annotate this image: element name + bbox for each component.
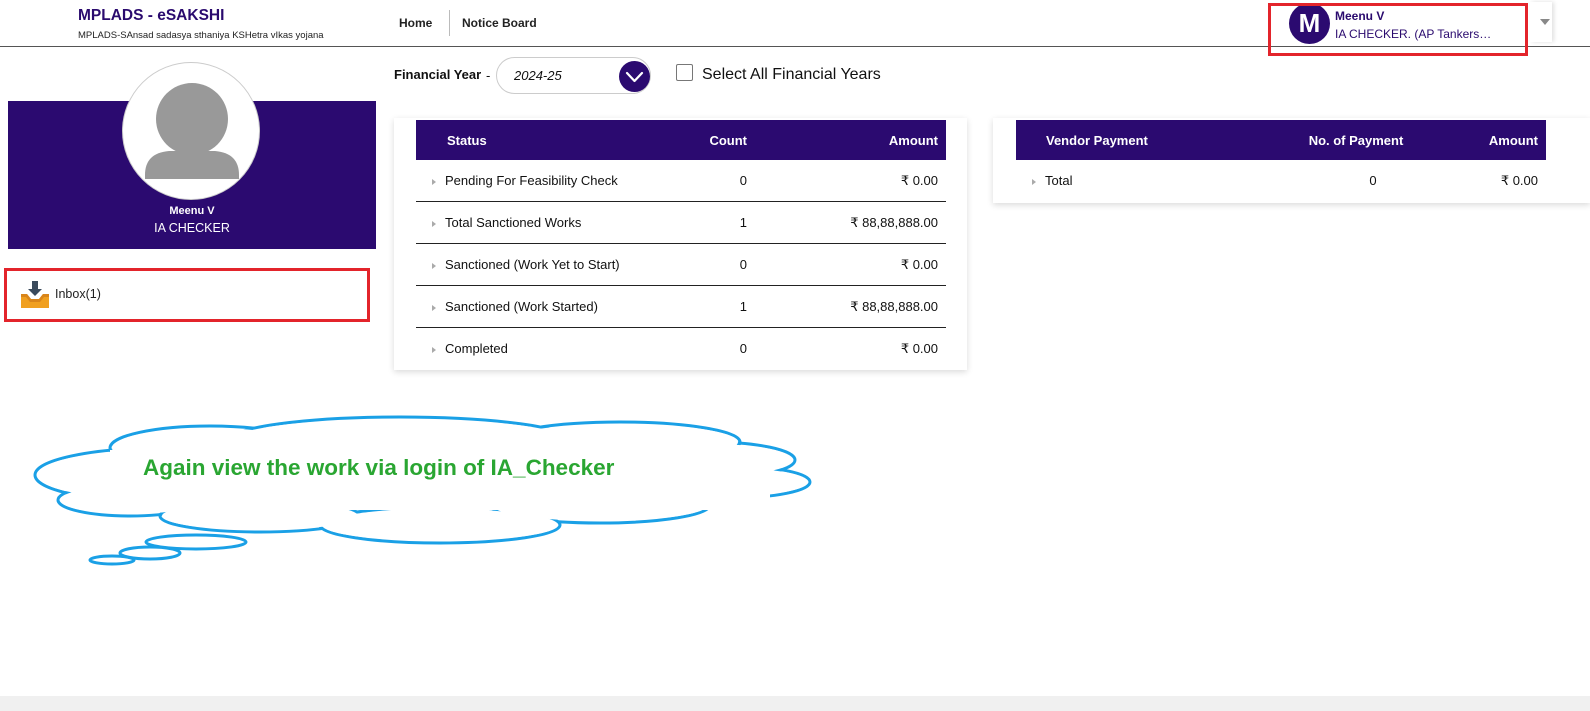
table-row[interactable]: Sanctioned (Work Started) 1 ₹ 88,88,888.… bbox=[416, 285, 946, 328]
profile-avatar bbox=[122, 62, 260, 200]
status-table-header: Status Count Amount bbox=[416, 120, 946, 160]
table-row[interactable]: Total 0 ₹ 0.00 bbox=[1016, 160, 1546, 201]
count-cell: 0 bbox=[739, 341, 747, 356]
expand-caret-icon[interactable] bbox=[432, 178, 436, 185]
vendor-amount-column-header: Amount bbox=[1446, 120, 1546, 160]
select-all-years-label[interactable]: Select All Financial Years bbox=[702, 66, 881, 84]
amount-cell: ₹ 88,88,888.00 bbox=[767, 201, 946, 244]
count-column-header: Count bbox=[687, 120, 767, 160]
expand-caret-icon[interactable] bbox=[432, 346, 436, 353]
profile-name: Meenu V bbox=[169, 205, 215, 217]
count-cell: 0 bbox=[687, 160, 767, 202]
status-cell: Completed bbox=[445, 341, 508, 356]
count-cell: 1 bbox=[687, 201, 767, 244]
status-cell: Pending For Feasibility Check bbox=[445, 173, 618, 188]
vendor-amount-cell: ₹ 0.00 bbox=[1500, 172, 1538, 188]
select-all-years-checkbox[interactable] bbox=[676, 64, 693, 81]
footer-strip bbox=[0, 696, 1590, 711]
status-column-header: Status bbox=[416, 120, 687, 160]
count-cell: 1 bbox=[687, 285, 767, 328]
brand-title[interactable]: MPLADS - eSAKSHI bbox=[78, 7, 224, 25]
brand-subtitle: MPLADS-SAnsad sadasya sthaniya KSHetra v… bbox=[78, 30, 324, 41]
vendor-payment-column-header: Vendor Payment bbox=[1016, 120, 1266, 160]
user-silhouette-icon bbox=[145, 83, 239, 179]
status-cell: Sanctioned (Work Yet to Start) bbox=[445, 257, 620, 272]
table-row[interactable]: Sanctioned (Work Yet to Start) 0 ₹ 0.00 bbox=[416, 243, 946, 286]
table-row[interactable]: Pending For Feasibility Check 0 ₹ 0.00 bbox=[416, 160, 946, 202]
profile-role: IA CHECKER bbox=[154, 221, 230, 235]
nav-divider bbox=[449, 10, 450, 36]
vendor-table-header: Vendor Payment No. of Payment Amount bbox=[1016, 120, 1546, 160]
callout-text: Again view the work via login of IA_Chec… bbox=[143, 455, 615, 480]
vendor-cell: Total bbox=[1045, 173, 1073, 188]
no-of-payment-column-header: No. of Payment bbox=[1266, 120, 1446, 160]
inbox-label[interactable]: Inbox(1) bbox=[55, 287, 101, 301]
amount-column-header: Amount bbox=[767, 120, 946, 160]
financial-year-label: Financial Year bbox=[394, 67, 482, 82]
chevron-down-icon[interactable] bbox=[1540, 19, 1550, 25]
expand-caret-icon[interactable] bbox=[432, 220, 436, 227]
table-row[interactable]: Total Sanctioned Works 1 ₹ 88,88,888.00 bbox=[416, 201, 946, 244]
chevron-down-icon bbox=[625, 71, 644, 83]
vendor-payment-table: Vendor Payment No. of Payment Amount Tot… bbox=[1016, 120, 1546, 201]
nav-home-link[interactable]: Home bbox=[399, 16, 432, 30]
expand-caret-icon[interactable] bbox=[432, 304, 436, 311]
expand-caret-icon[interactable] bbox=[1032, 178, 1036, 185]
financial-year-value[interactable]: 2024-25 bbox=[514, 68, 562, 83]
status-cell: Sanctioned (Work Started) bbox=[445, 299, 598, 314]
user-menu-highlight bbox=[1268, 3, 1528, 56]
amount-cell: ₹ 0.00 bbox=[767, 160, 946, 202]
status-table: Status Count Amount Pending For Feasibil… bbox=[416, 120, 946, 369]
amount-cell: ₹ 0.00 bbox=[900, 340, 938, 356]
payment-count-cell: 0 bbox=[1369, 173, 1377, 188]
callout-cloud bbox=[33, 415, 812, 566]
financial-year-dash: - bbox=[486, 68, 491, 83]
status-cell: Total Sanctioned Works bbox=[445, 215, 582, 230]
count-cell: 0 bbox=[687, 243, 767, 286]
amount-cell: ₹ 0.00 bbox=[767, 243, 946, 286]
inbox-download-icon[interactable] bbox=[19, 280, 51, 310]
amount-cell: ₹ 88,88,888.00 bbox=[767, 285, 946, 328]
financial-year-dropdown-button[interactable] bbox=[619, 61, 650, 92]
expand-caret-icon[interactable] bbox=[432, 262, 436, 269]
nav-notice-board-link[interactable]: Notice Board bbox=[462, 16, 537, 30]
table-row[interactable]: Completed 0 ₹ 0.00 bbox=[416, 328, 946, 370]
